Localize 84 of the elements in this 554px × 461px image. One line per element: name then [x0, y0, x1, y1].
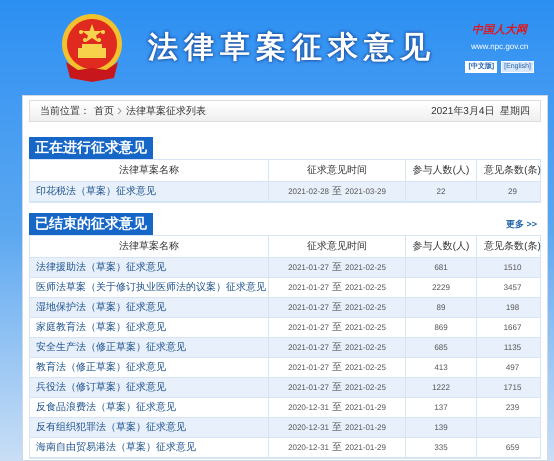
breadcrumb-link[interactable]: 首页	[94, 104, 114, 118]
table-cell: 2021-01-27	[288, 362, 329, 374]
table-cell: 1222	[432, 382, 450, 394]
column-header: 征求意见时间	[268, 160, 405, 181]
table-cell: 335	[434, 442, 448, 454]
table-cell-text: 至	[332, 281, 342, 295]
table-cell: 2021-02-25	[345, 362, 386, 374]
draft-link[interactable]: 反食品浪费法（草案）征求意见	[36, 400, 176, 415]
column-header: 参与人数(人)	[405, 160, 476, 181]
table-cell: 2021-03-29	[345, 186, 386, 198]
table-cell: 869	[434, 322, 448, 334]
more-link[interactable]: 更多 >>	[506, 218, 537, 231]
date-text: 2021年3月4日 星期四	[431, 104, 530, 118]
table-cell-text: 至	[332, 361, 342, 375]
section-title: 正在进行征求意见	[29, 137, 153, 159]
table-cell: 198	[506, 302, 520, 314]
table-cell: 239	[506, 402, 520, 414]
column-header: 法律草案名称	[118, 164, 180, 178]
table-cell: 2021-01-29	[345, 442, 386, 454]
breadcrumb-label: 当前位置：	[40, 104, 90, 118]
draft-link[interactable]: 兵役法（修订草案）征求意见	[36, 380, 166, 395]
table-cell: 2020-12-31	[288, 402, 329, 414]
draft-link[interactable]: 教育法（修正草案）征求意见	[36, 360, 166, 375]
table-cell: 497	[506, 362, 520, 374]
table-cell: 2021-02-28	[288, 186, 329, 198]
column-header: 法律草案名称	[118, 240, 180, 254]
table-cell: 1135	[504, 342, 522, 354]
table-cell: 2021-01-29	[345, 422, 386, 434]
draft-link[interactable]: 医师法草案（关于修订执业医师法的议案）征求意见	[36, 280, 266, 295]
table-cell: 2021-02-25	[345, 382, 386, 394]
table-cell: 2021-01-27	[288, 382, 329, 394]
column-header: 意见条数(条)	[476, 160, 548, 181]
draft-link[interactable]: 反有组织犯罪法（草案）征求意见	[36, 420, 186, 435]
table-cell: 1510	[504, 262, 522, 274]
table-cell-text: 至	[332, 261, 342, 275]
draft-link[interactable]: 海南自由贸易港法（草案）征求意见	[36, 440, 196, 455]
table-cell-text: 至	[332, 441, 342, 455]
table-cell-text: 至	[332, 321, 342, 335]
column-header: 意见条数(条)	[476, 236, 548, 257]
table-cell: 2021-01-27	[288, 302, 329, 314]
column-header: 参与人数(人)	[405, 236, 476, 257]
site-url: www.npc.gov.cn	[471, 40, 528, 52]
table-cell: 2021-01-27	[288, 342, 329, 354]
table-cell: 89	[436, 302, 446, 314]
breadcrumb-link[interactable]: 法律草案征求列表	[126, 104, 206, 118]
table-cell: 659	[506, 442, 520, 454]
table-cell-text: 至	[332, 421, 342, 435]
table-cell-text: 至	[332, 185, 342, 199]
column-header: 征求意见时间	[268, 236, 405, 257]
page-title: 法律草案征求意见	[148, 29, 436, 67]
table-cell: 685	[434, 342, 448, 354]
table-cell-text: 至	[332, 341, 342, 355]
table-cell: 2021-01-27	[288, 322, 329, 334]
table-cell: 2020-12-31	[288, 422, 329, 434]
draft-link[interactable]: 安全生产法（修正草案）征求意见	[36, 340, 186, 355]
table-cell: 3457	[504, 282, 522, 294]
table-cell: 2021-01-27	[288, 262, 329, 274]
table-cell: 2021-01-29	[345, 402, 386, 414]
table-cell: 139	[434, 422, 448, 434]
table-cell: 29	[508, 186, 517, 198]
chevron-icon	[117, 107, 123, 115]
draft-link[interactable]: 印花税法（草案）征求意见	[36, 184, 156, 199]
table-cell-text: 至	[332, 301, 342, 315]
table-cell: 413	[434, 362, 448, 374]
draft-link[interactable]: 法律援助法（草案）征求意见	[36, 260, 166, 275]
table-cell: 2021-01-27	[288, 282, 329, 294]
table-cell: 2229	[432, 282, 450, 294]
table-cell-text: 至	[332, 401, 342, 415]
table-cell: 2021-02-25	[345, 342, 386, 354]
table-cell: 2021-02-25	[345, 262, 386, 274]
table-cell: 681	[434, 262, 448, 274]
table-cell: 137	[434, 402, 448, 414]
table-cell: 22	[436, 186, 446, 198]
draft-link[interactable]: 家庭教育法（草案）征求意见	[36, 320, 166, 335]
table-cell: 2021-02-25	[345, 282, 386, 294]
table-cell-text: 至	[332, 381, 342, 395]
draft-link[interactable]: 湿地保护法（草案）征求意见	[36, 300, 166, 315]
site-logo: 中国人大网	[472, 22, 528, 38]
table-cell: 2020-12-31	[288, 442, 329, 454]
section-title: 已结束的征求意见	[29, 213, 153, 235]
table-cell: 1667	[504, 322, 522, 334]
table-cell: 2021-02-25	[345, 302, 386, 314]
table-cell: 2021-02-25	[345, 322, 386, 334]
table-cell: 1715	[504, 382, 522, 394]
